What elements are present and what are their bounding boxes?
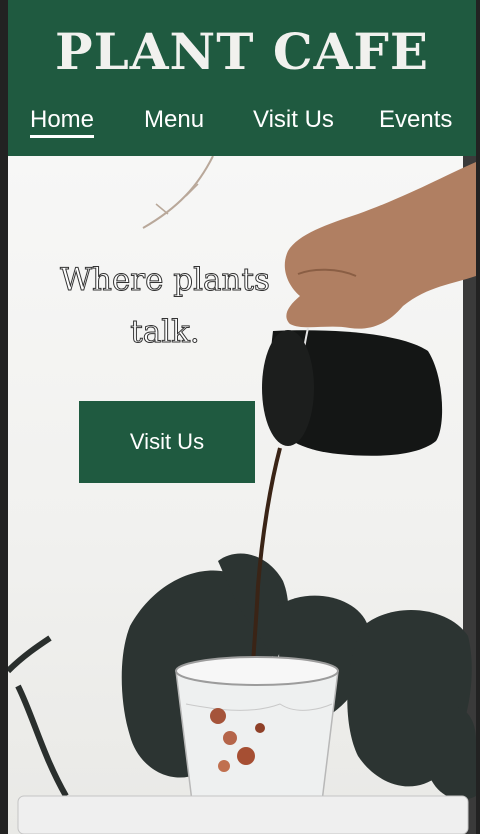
nav-item-visit-us[interactable]: Visit Us (253, 105, 334, 135)
site-title: PLANT CAFE (54, 22, 430, 81)
nav-item-home[interactable]: Home (30, 105, 95, 138)
visit-us-button[interactable]: Visit Us (79, 401, 255, 483)
hand (284, 162, 476, 329)
left-plant (8, 635, 69, 798)
page: PLANT CAFE Home Menu Visit Us Events Whe… (8, 0, 476, 834)
tray (17, 795, 469, 834)
nav-item-menu[interactable]: Menu (144, 105, 204, 135)
site-header: PLANT CAFE Home Menu Visit Us Events (8, 0, 476, 156)
main-nav: Home Menu Visit Us Events (8, 105, 476, 139)
nav-item-events[interactable]: Events (379, 105, 452, 135)
hero-section: Where plants talk. Visit Us (8, 156, 476, 834)
device-frame: PLANT CAFE Home Menu Visit Us Events Whe… (0, 0, 480, 834)
hero-tagline: Where plants talk. (60, 262, 271, 351)
twig-decoration (142, 156, 214, 229)
